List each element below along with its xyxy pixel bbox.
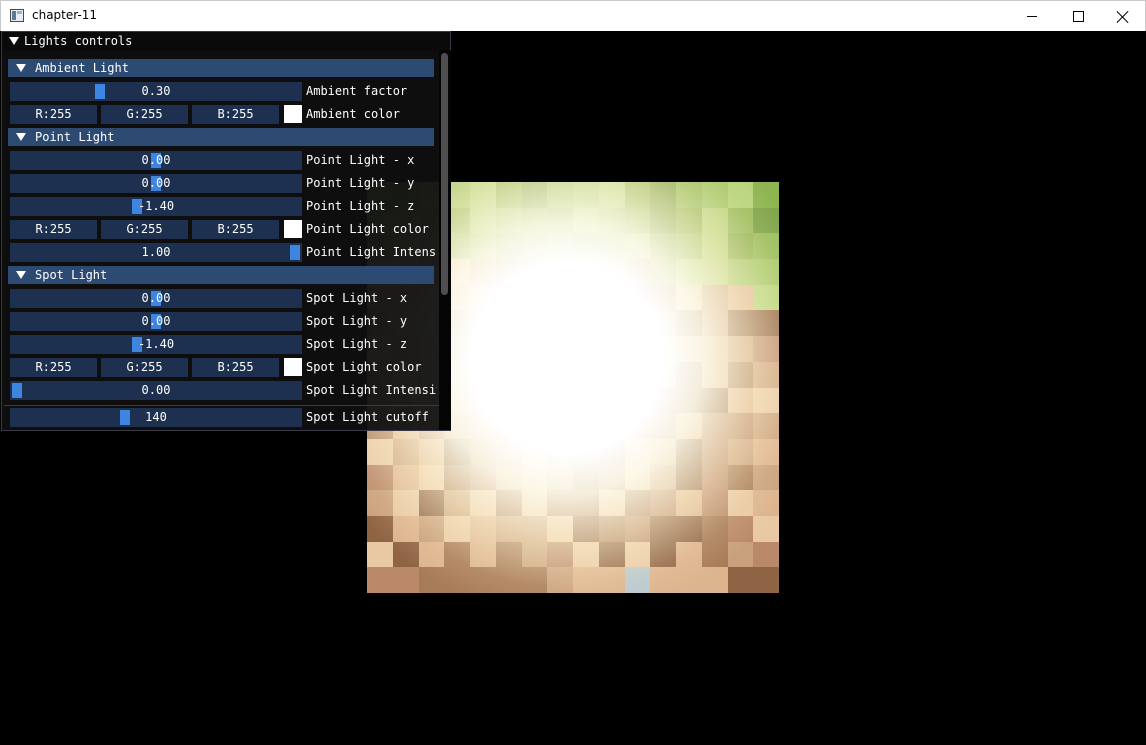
point-light-y-label: Point Light - y [306, 176, 415, 190]
spot-color-r[interactable]: R:255 [10, 358, 97, 377]
ambient-color-g[interactable]: G:255 [101, 105, 188, 124]
point-light-header-label: Point Light [35, 130, 115, 144]
collapse-arrow-icon [16, 271, 26, 279]
maximize-button[interactable] [1055, 1, 1101, 32]
collapse-arrow-icon [16, 64, 26, 72]
collapse-arrow-icon[interactable] [9, 37, 19, 45]
spot-light-intensity-slider[interactable]: 0.00 [10, 381, 302, 400]
spot-light-z-label: Spot Light - z [306, 337, 408, 351]
point-light-intensity-slider[interactable]: 1.00 [10, 243, 302, 262]
panel-title: Lights controls [24, 34, 133, 48]
ambient-factor-label: Ambient factor [306, 84, 408, 98]
spot-light-y-slider[interactable]: 0.00 [10, 312, 302, 331]
close-button[interactable] [1100, 1, 1146, 32]
panel-scrollbar[interactable] [439, 50, 451, 430]
window-titlebar[interactable]: chapter-11 [0, 0, 1146, 31]
slider-value: 0.00 [141, 176, 171, 190]
slider-value: 0.00 [141, 383, 171, 397]
slider-value: 140 [145, 410, 167, 424]
spot-light-cutoff-label: Spot Light cutoff [306, 410, 429, 424]
ambient-color-label: Ambient color [306, 107, 400, 121]
point-color-r[interactable]: R:255 [10, 220, 97, 239]
app-icon [10, 9, 24, 22]
point-light-y-slider[interactable]: 0.00 [10, 174, 302, 193]
spot-light-x-slider[interactable]: 0.00 [10, 289, 302, 308]
scrollbar-thumb[interactable] [441, 53, 448, 295]
slider-value: -1.40 [137, 199, 175, 213]
spot-light-intensity-label: Spot Light Intensity [306, 383, 437, 397]
point-light-intensity-label: Point Light Intensity [306, 245, 437, 259]
point-light-header[interactable]: Point Light [8, 128, 434, 146]
slider-value: 0.30 [141, 84, 171, 98]
spot-color-b[interactable]: B:255 [192, 358, 279, 377]
ambient-color-b[interactable]: B:255 [192, 105, 279, 124]
minimize-icon [1027, 16, 1037, 17]
close-icon [1117, 11, 1129, 23]
ambient-color-r[interactable]: R:255 [10, 105, 97, 124]
point-light-z-label: Point Light - z [306, 199, 415, 213]
section-separator [4, 405, 450, 406]
ambient-light-header[interactable]: Ambient Light [8, 59, 434, 77]
window-title: chapter-11 [32, 8, 98, 22]
point-color-label: Point Light color [306, 222, 429, 236]
maximize-icon [1072, 11, 1084, 22]
spot-light-header[interactable]: Spot Light [8, 266, 434, 284]
spot-light-z-slider[interactable]: -1.40 [10, 335, 302, 354]
ambient-factor-slider[interactable]: 0.30 [10, 82, 302, 101]
spot-light-header-label: Spot Light [35, 268, 108, 282]
spot-color-swatch[interactable] [284, 358, 302, 376]
panel-title-bar[interactable]: Lights controls [2, 32, 450, 51]
slider-value: -1.40 [137, 337, 175, 351]
spot-color-label: Spot Light color [306, 360, 422, 374]
point-color-b[interactable]: B:255 [192, 220, 279, 239]
lights-controls-window[interactable]: Lights controls Ambient Light 0.30 Ambie… [1, 31, 451, 431]
ambient-light-header-label: Ambient Light [35, 61, 129, 75]
point-color-g[interactable]: G:255 [101, 220, 188, 239]
point-color-swatch[interactable] [284, 220, 302, 238]
spot-light-y-label: Spot Light - y [306, 314, 408, 328]
spot-light-cutoff-slider[interactable]: 140 [10, 408, 302, 427]
ambient-color-swatch[interactable] [284, 105, 302, 123]
collapse-arrow-icon [16, 133, 26, 141]
spot-light-x-label: Spot Light - x [306, 291, 408, 305]
point-light-x-label: Point Light - x [306, 153, 415, 167]
slider-value: 0.00 [141, 291, 171, 305]
slider-value: 0.00 [141, 314, 171, 328]
spot-color-g[interactable]: G:255 [101, 358, 188, 377]
slider-value: 1.00 [141, 245, 171, 259]
point-light-x-slider[interactable]: 0.00 [10, 151, 302, 170]
minimize-button[interactable] [1009, 1, 1055, 32]
slider-value: 0.00 [141, 153, 171, 167]
point-light-z-slider[interactable]: -1.40 [10, 197, 302, 216]
